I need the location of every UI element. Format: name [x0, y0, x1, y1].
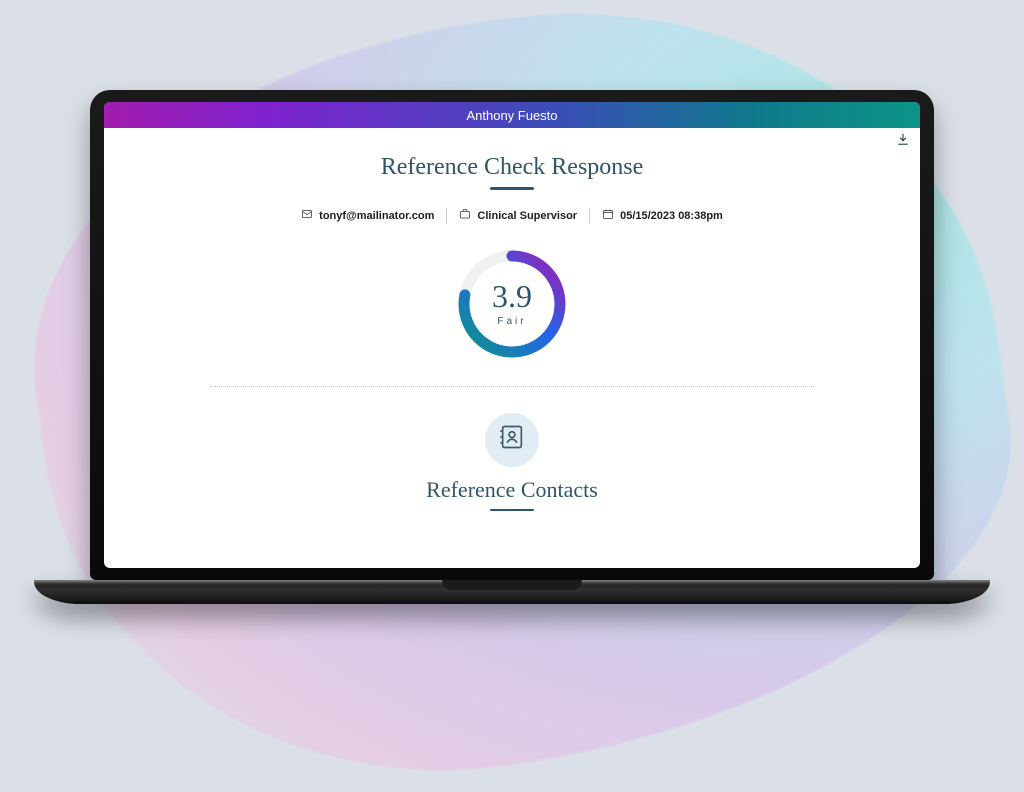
briefcase-icon: [459, 208, 471, 223]
mail-icon: [301, 208, 313, 223]
meta-role: Clinical Supervisor: [447, 208, 589, 223]
contacts-icon-badge: [485, 413, 539, 467]
laptop-frame: Anthony Fuesto Reference Check Response: [90, 90, 934, 604]
toolbar: [104, 128, 920, 150]
section-divider: [210, 386, 814, 387]
meta-email: tonyf@mailinator.com: [289, 208, 446, 223]
score-gauge: 3.9 Fair: [452, 244, 572, 364]
score-value: 3.9: [492, 280, 532, 312]
laptop-base: [34, 580, 990, 604]
title-underline: [490, 187, 534, 190]
laptop-lid: Anthony Fuesto Reference Check Response: [90, 90, 934, 580]
app-screen: Anthony Fuesto Reference Check Response: [104, 102, 920, 568]
timestamp-value: 05/15/2023 08:38pm: [620, 210, 723, 222]
header-bar: Anthony Fuesto: [104, 102, 920, 128]
contacts-title: Reference Contacts: [426, 477, 598, 503]
calendar-icon: [602, 208, 614, 223]
meta-row: tonyf@mailinator.com Clinical Supervisor: [289, 208, 735, 224]
email-value: tonyf@mailinator.com: [319, 210, 434, 222]
contacts-underline: [490, 509, 534, 512]
page-title: Reference Check Response: [381, 154, 644, 181]
role-value: Clinical Supervisor: [477, 210, 577, 222]
score-rating: Fair: [497, 316, 526, 327]
candidate-name: Anthony Fuesto: [466, 108, 557, 123]
meta-date: 05/15/2023 08:38pm: [590, 208, 735, 223]
main-content: Reference Check Response tonyf@mailinato…: [104, 150, 920, 568]
contact-card-icon: [498, 423, 526, 456]
download-icon[interactable]: [896, 132, 910, 146]
gauge-center: 3.9 Fair: [452, 244, 572, 364]
